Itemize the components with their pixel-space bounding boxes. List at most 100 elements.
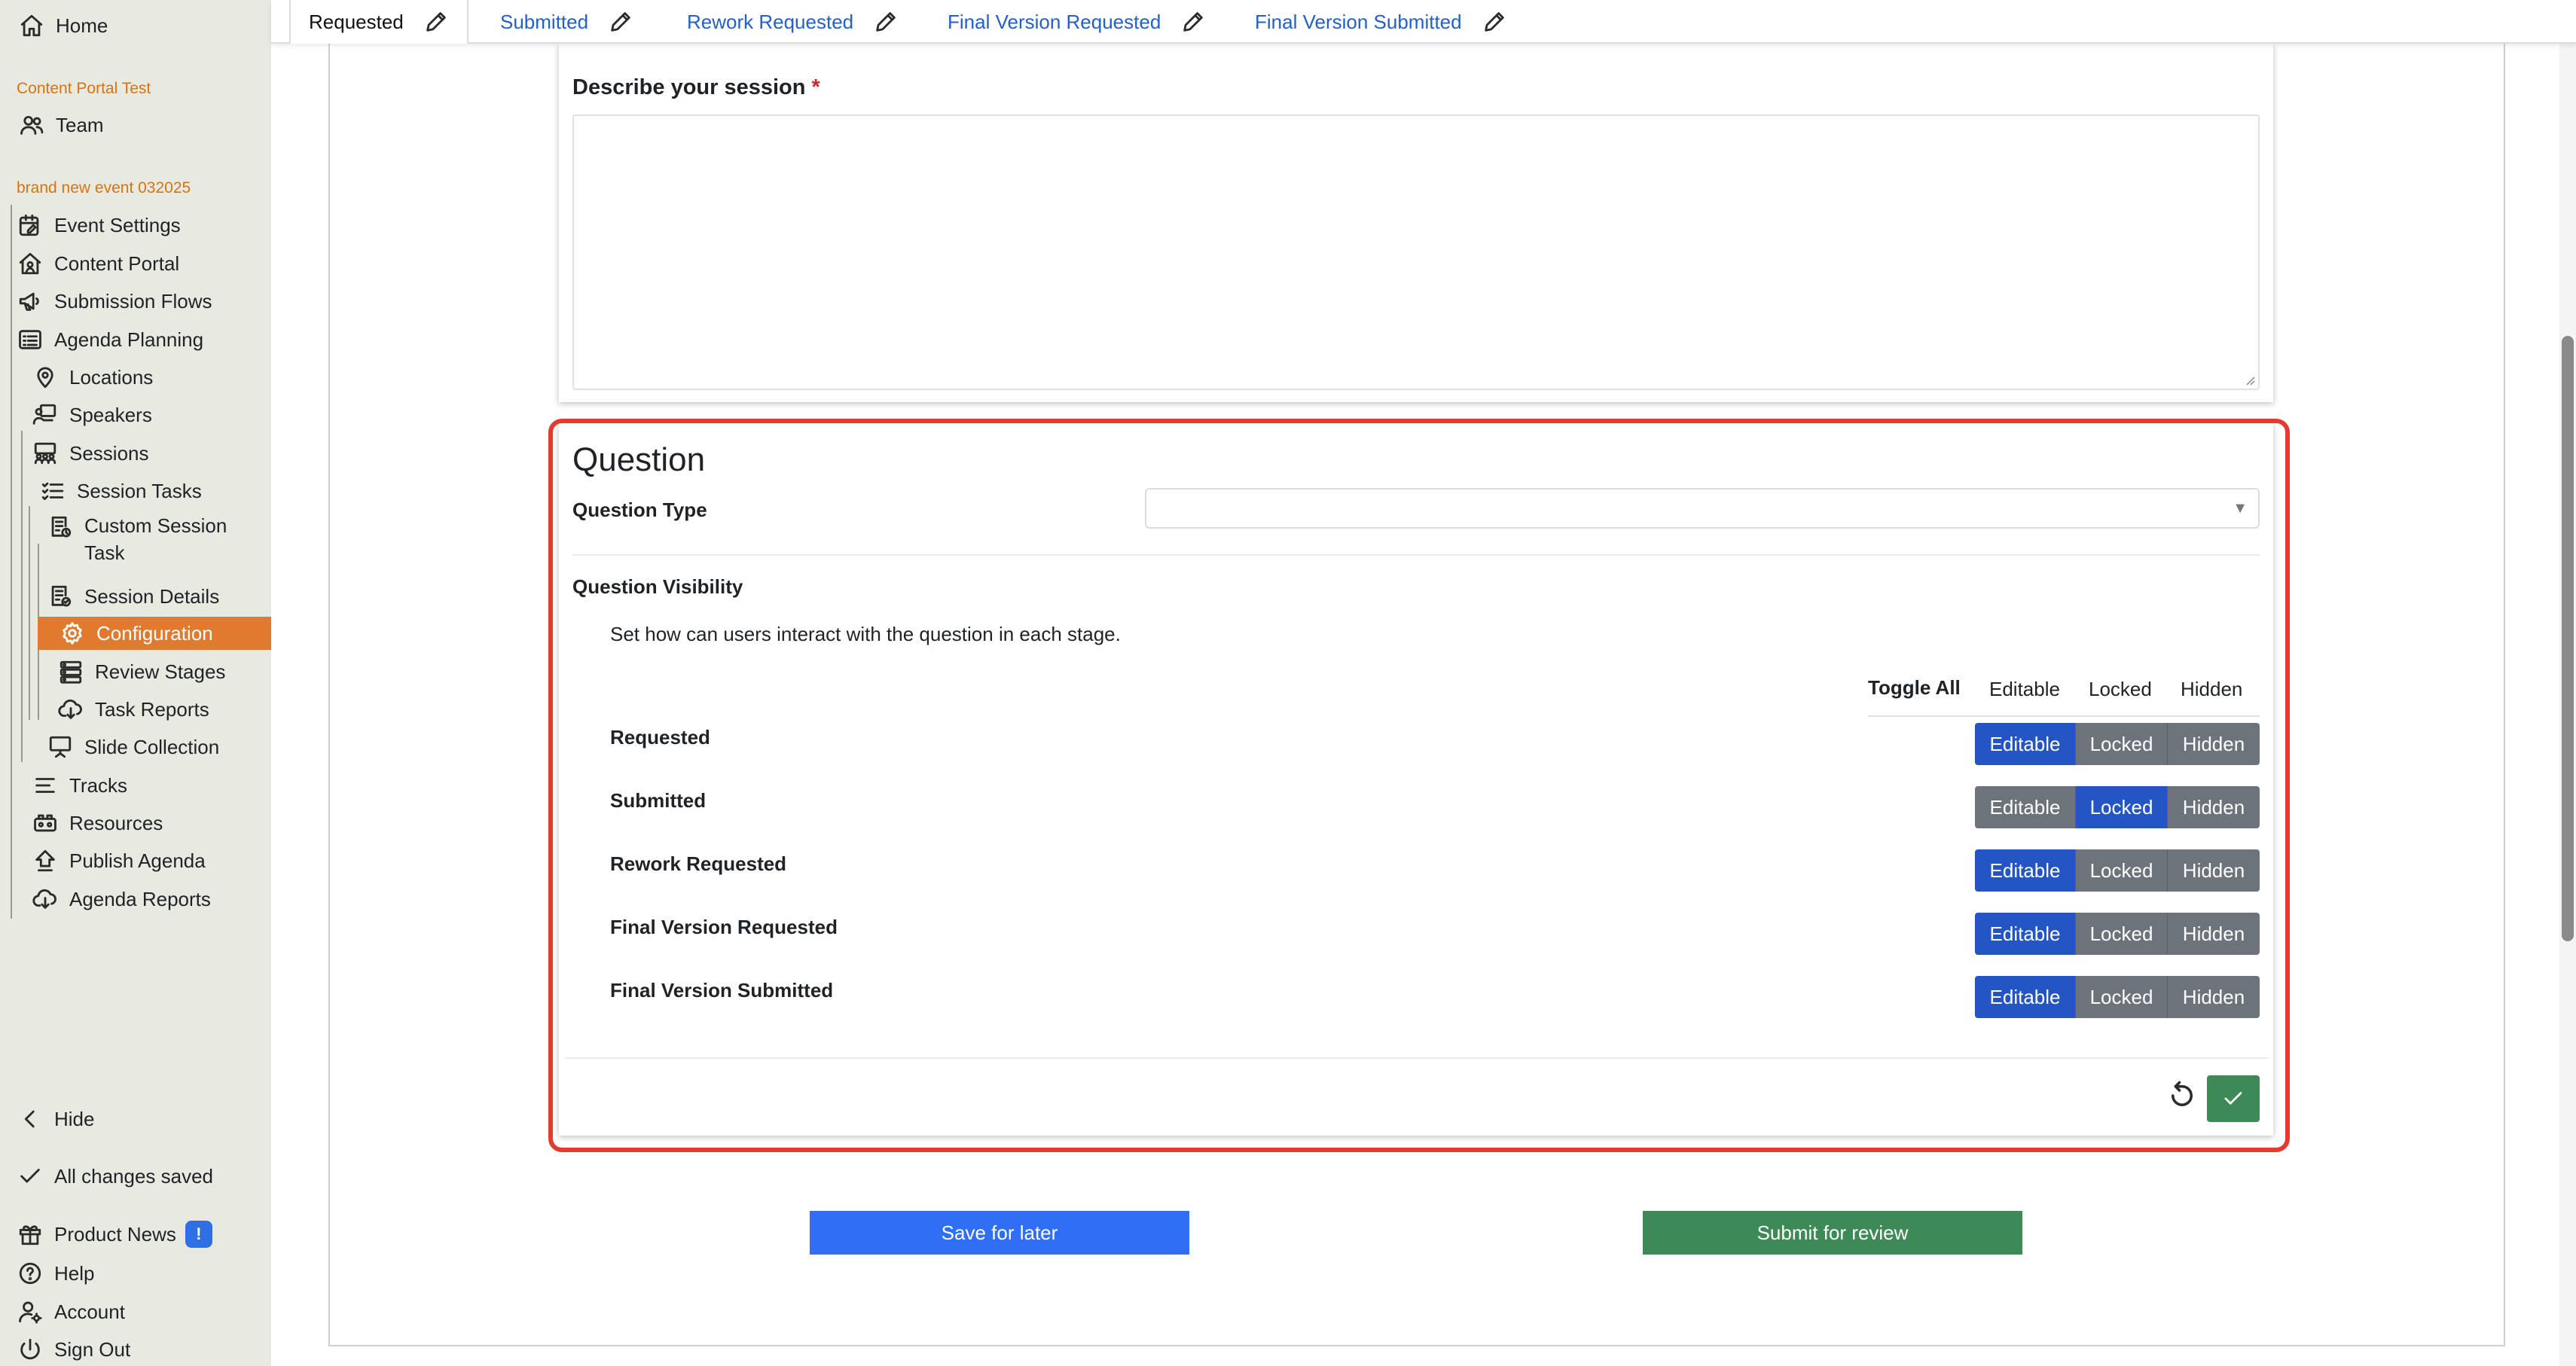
sidebar-item-label: Content Portal — [54, 252, 180, 275]
account-gear-icon — [15, 1297, 45, 1327]
sidebar-item-agenda-reports[interactable]: Agenda Reports — [30, 883, 211, 916]
save-for-later-button[interactable]: Save for later — [810, 1211, 1189, 1255]
cloud-download-icon — [30, 884, 60, 914]
visibility-toggle-rework-requested: Editable Locked Hidden — [1975, 849, 2260, 892]
hidden-button[interactable]: Hidden — [2168, 849, 2260, 892]
details-doc-icon — [45, 581, 75, 611]
pencil-icon[interactable] — [423, 9, 449, 35]
tab-rework-requested[interactable]: Rework Requested — [669, 0, 917, 44]
stage-label-final-version-requested: Final Version Requested — [610, 916, 838, 938]
sidebar-item-label: Team — [56, 113, 104, 136]
editable-button[interactable]: Editable — [1975, 913, 2076, 955]
agenda-list-icon — [15, 325, 45, 355]
editable-button[interactable]: Editable — [1975, 976, 2076, 1018]
question-type-select[interactable]: ▼ — [1145, 488, 2260, 529]
sidebar-item-configuration[interactable]: Configuration — [38, 617, 271, 650]
sidebar-item-label: Session Tasks — [77, 479, 202, 502]
sidebar-item-publish-agenda[interactable]: Publish Agenda — [30, 844, 206, 877]
sidebar-item-home[interactable]: Home — [17, 9, 108, 42]
stage-label-rework-requested: Rework Requested — [610, 852, 787, 875]
sidebar-item-sign-out[interactable]: Sign Out — [15, 1333, 130, 1366]
sidebar-item-speakers[interactable]: Speakers — [30, 398, 152, 431]
help-icon — [15, 1258, 45, 1288]
sidebar-item-session-details[interactable]: Session Details — [45, 580, 219, 613]
editable-button[interactable]: Editable — [1975, 849, 2076, 892]
pencil-icon[interactable] — [873, 9, 899, 35]
locked-button[interactable]: Locked — [2076, 913, 2168, 955]
chevron-left-icon — [15, 1104, 45, 1134]
sidebar-item-label: Review Stages — [95, 660, 226, 683]
sidebar-item-resources[interactable]: Resources — [30, 806, 163, 840]
highlight-frame — [548, 419, 2290, 1152]
speaker-board-icon — [30, 400, 60, 430]
toggle-all-hidden[interactable]: Hidden — [2181, 678, 2242, 701]
tab-label: Requested — [309, 10, 404, 33]
tab-final-version-requested[interactable]: Final Version Requested — [929, 0, 1224, 44]
locked-button[interactable]: Locked — [2076, 786, 2168, 828]
sidebar-item-sessions[interactable]: Sessions — [30, 437, 149, 470]
sidebar-item-task-reports[interactable]: Task Reports — [56, 693, 209, 726]
org-section-label: Content Portal Test — [17, 80, 151, 97]
sidebar-item-label: Home — [56, 14, 108, 37]
hidden-button[interactable]: Hidden — [2168, 913, 2260, 955]
toggle-all-label: Toggle All — [1868, 676, 1961, 699]
tab-requested[interactable]: Requested — [289, 0, 469, 44]
visibility-toggle-submitted: Editable Locked Hidden — [1975, 786, 2260, 828]
hidden-button[interactable]: Hidden — [2168, 723, 2260, 765]
calendar-edit-icon — [15, 210, 45, 240]
locked-button[interactable]: Locked — [2076, 849, 2168, 892]
scrollbar-thumb[interactable] — [2562, 336, 2574, 941]
tab-final-version-submitted[interactable]: Final Version Submitted — [1237, 0, 1525, 44]
editable-button[interactable]: Editable — [1975, 786, 2076, 828]
sidebar-item-team[interactable]: Team — [17, 108, 104, 142]
tab-label: Submitted — [500, 10, 589, 33]
confirm-button[interactable] — [2207, 1075, 2260, 1122]
pencil-icon[interactable] — [1180, 9, 1206, 35]
locked-button[interactable]: Locked — [2076, 723, 2168, 765]
sidebar-item-agenda-planning[interactable]: Agenda Planning — [15, 323, 203, 356]
sidebar-item-review-stages[interactable]: Review Stages — [56, 655, 225, 688]
sidebar-item-slide-collection[interactable]: Slide Collection — [45, 730, 219, 764]
sidebar-item-locations[interactable]: Locations — [30, 361, 153, 394]
sidebar-item-label: Locations — [69, 365, 154, 389]
sidebar-item-content-portal[interactable]: Content Portal — [15, 247, 179, 280]
sidebar-item-custom-session-task[interactable]: Custom Session Task — [45, 512, 227, 572]
home-icon — [17, 11, 47, 41]
sidebar-item-event-settings[interactable]: Event Settings — [15, 209, 181, 242]
hide-sidebar-button[interactable]: Hide — [15, 1102, 94, 1136]
sidebar-item-tracks[interactable]: Tracks — [30, 769, 127, 802]
toggle-all-editable[interactable]: Editable — [1989, 678, 2060, 701]
pencil-icon[interactable] — [608, 9, 633, 35]
tab-label: Final Version Requested — [948, 10, 1161, 33]
sidebar-item-label: Resources — [69, 811, 163, 834]
describe-session-textarea[interactable] — [572, 114, 2260, 390]
hidden-button[interactable]: Hidden — [2168, 786, 2260, 828]
team-icon — [17, 110, 47, 140]
reset-icon[interactable] — [2166, 1080, 2198, 1111]
cloud-download-icon — [56, 694, 86, 724]
sidebar-item-label: Sign Out — [54, 1337, 131, 1361]
locked-button[interactable]: Locked — [2076, 976, 2168, 1018]
sidebar-item-label: Tracks — [69, 773, 128, 797]
stage-label-submitted: Submitted — [610, 789, 707, 812]
sidebar-item-session-tasks[interactable]: Session Tasks — [38, 474, 202, 508]
resize-handle-icon[interactable] — [2243, 374, 2255, 386]
toggle-all-locked[interactable]: Locked — [2089, 678, 2152, 701]
submit-for-review-button[interactable]: Submit for review — [1643, 1211, 2022, 1255]
sidebar-item-submission-flows[interactable]: Submission Flows — [15, 285, 212, 318]
sidebar-item-label: Event Settings — [54, 213, 181, 236]
required-asterisk: * — [811, 75, 820, 99]
hidden-button[interactable]: Hidden — [2168, 976, 2260, 1018]
sidebar-item-help[interactable]: Help — [15, 1257, 94, 1290]
tab-label: Final Version Submitted — [1255, 10, 1462, 33]
question-visibility-label: Question Visibility — [572, 575, 743, 598]
power-icon — [15, 1334, 45, 1364]
sidebar-item-product-news[interactable]: Product News ! — [15, 1218, 212, 1251]
editable-button[interactable]: Editable — [1975, 723, 2076, 765]
pencil-icon[interactable] — [1482, 9, 1507, 35]
visibility-toggle-requested: Editable Locked Hidden — [1975, 723, 2260, 765]
question-type-label: Question Type — [572, 499, 707, 521]
tab-submitted[interactable]: Submitted — [482, 0, 652, 44]
location-pin-icon — [30, 362, 60, 392]
sidebar-item-account[interactable]: Account — [15, 1295, 125, 1328]
